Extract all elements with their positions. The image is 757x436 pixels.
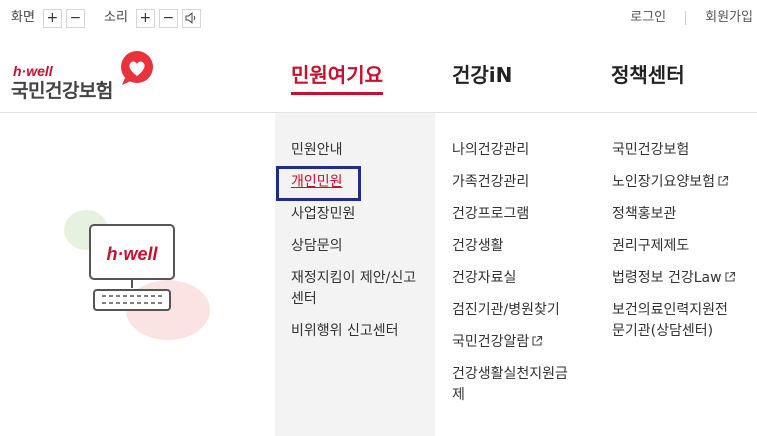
menu-link-healthy-life-incentive[interactable]: 건강생활실천지원금제 — [452, 366, 568, 403]
menu-link-text: 센터 — [291, 291, 317, 307]
nav-health-in[interactable]: 건강iN — [452, 58, 512, 92]
menu-link-health-program[interactable]: 건강프로그램 — [452, 206, 529, 222]
external-link-icon — [532, 335, 543, 346]
divider — [685, 11, 687, 25]
submenu-item: 나의건강관리 — [452, 140, 568, 161]
submenu-item: 국민건강보험 — [612, 140, 736, 161]
menu-link-business-civil[interactable]: 사업장민원 — [291, 206, 355, 222]
menu-link-health-alarm[interactable]: 국민건강알람 — [452, 334, 543, 350]
submenu-item: 검진기관/병원찾기 — [452, 300, 568, 321]
sound-controls: 소리 + − — [104, 8, 205, 28]
sound-label: 소리 — [104, 10, 128, 25]
submenu-item: 상담문의 — [291, 236, 416, 257]
account-links: 로그인 회원가입 — [630, 8, 753, 28]
menu-link-text: 건강생활실천지원금 — [452, 366, 568, 382]
menu-link-text: 법령정보 건강Law — [612, 270, 722, 286]
submenu-item: 건강자료실 — [452, 268, 568, 289]
menu-link-text: 문기관(상담센터) — [612, 323, 714, 339]
submenu-item: 노인장기요양보험 — [612, 172, 736, 193]
speaker-button[interactable] — [181, 8, 201, 28]
submenu-item: 건강프로그램 — [452, 204, 568, 225]
submenu-item: 가족건강관리 — [452, 172, 568, 193]
sound-up-button[interactable]: + — [135, 8, 155, 28]
nav-policy-center[interactable]: 정책센터 — [611, 58, 685, 92]
menu-link-rights-remedy[interactable]: 권리구제제도 — [612, 238, 689, 254]
signup-link[interactable]: 회원가입 — [705, 8, 753, 28]
menu-link-civil-guide[interactable]: 민원안내 — [291, 142, 343, 158]
computer-illustration: h·well — [64, 210, 210, 340]
menu-link-text: 보건의료인력지원전 — [612, 302, 728, 318]
sound-down-button[interactable]: − — [158, 8, 178, 28]
login-link[interactable]: 로그인 — [630, 8, 666, 28]
menu-link-text: 제 — [452, 387, 465, 403]
submenu-item: 재정지킴이 제안/신고센터 — [291, 268, 416, 310]
screen-zoom-controls: 화면 + − — [11, 8, 89, 28]
illustration-screen-text: h·well — [106, 244, 158, 264]
submenu-item: 민원안내 — [291, 140, 416, 161]
speaker-icon — [185, 12, 196, 24]
submenu-item: 비위행위 신고센터 — [291, 321, 416, 342]
screen-zoom-label: 화면 — [11, 10, 35, 25]
submenu-item: 보건의료인력지원전문기관(상담센터) — [612, 300, 736, 342]
menu-link-finance-guard[interactable]: 재정지킴이 제안/신고센터 — [291, 270, 416, 307]
menu-link-healthy-life[interactable]: 건강생활 — [452, 238, 504, 254]
submenu-item: 건강생활실천지원금제 — [452, 364, 568, 406]
submenu-item: 국민건강알람 — [452, 332, 568, 353]
menu-link-nhi[interactable]: 국민건강보험 — [612, 142, 689, 158]
submenu-item: 법령정보 건강Law — [612, 268, 736, 289]
menu-link-medical-workforce[interactable]: 보건의료인력지원전문기관(상담센터) — [612, 302, 728, 339]
screen-zoom-in-button[interactable]: + — [42, 8, 62, 28]
nav-civil-service[interactable]: 민원여기요 — [291, 58, 383, 95]
screen-zoom-out-button[interactable]: − — [65, 8, 85, 28]
submenu-item: 정책홍보관 — [612, 204, 736, 225]
submenu-item: 사업장민원 — [291, 204, 416, 225]
submenu-policy-center: 국민건강보험 노인장기요양보험 정책홍보관 권리구제제도 법령정보 건강Law … — [612, 140, 736, 353]
menu-link-text: 노인장기요양보험 — [612, 174, 716, 190]
submenu-item: 권리구제제도 — [612, 236, 736, 257]
external-link-icon — [725, 271, 735, 282]
utility-bar: 화면 + − 소리 + − 로그인 회원가입 — [0, 0, 757, 38]
menu-link-consultation[interactable]: 상담문의 — [291, 238, 343, 254]
menu-link-ltc-insurance[interactable]: 노인장기요양보험 — [612, 174, 729, 190]
external-link-icon — [718, 175, 729, 186]
focus-outline — [276, 166, 361, 201]
submenu-health-in: 나의건강관리 가족건강관리 건강프로그램 건강생활 건강자료실 검진기관/병원찾… — [452, 140, 568, 417]
submenu-item: 건강생활 — [452, 236, 568, 257]
main-nav: 민원여기요 건강iN 정책센터 — [0, 58, 757, 98]
menu-link-health-library[interactable]: 건강자료실 — [452, 270, 516, 286]
menu-link-family-health[interactable]: 가족건강관리 — [452, 174, 529, 190]
menu-link-misconduct-report[interactable]: 비위행위 신고센터 — [291, 323, 399, 339]
menu-link-text: 국민건강알람 — [452, 334, 530, 350]
menu-link-find-hospital[interactable]: 검진기관/병원찾기 — [452, 302, 560, 318]
menu-link-health-law[interactable]: 법령정보 건강Law — [612, 270, 736, 286]
menu-link-my-health[interactable]: 나의건강관리 — [452, 142, 529, 158]
menu-link-policy-promo[interactable]: 정책홍보관 — [612, 206, 676, 222]
menu-link-text: 재정지킴이 제안/신고 — [291, 270, 417, 286]
